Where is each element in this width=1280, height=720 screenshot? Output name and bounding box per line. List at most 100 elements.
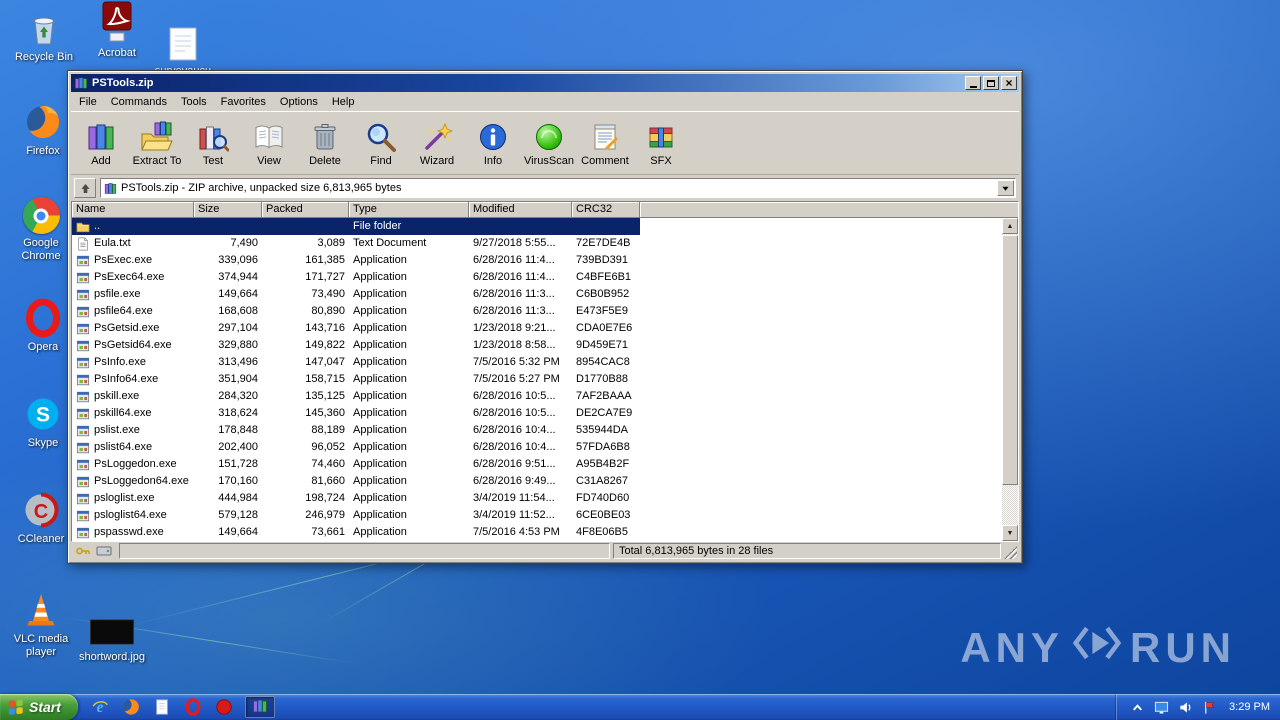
resize-grip[interactable] [1004, 546, 1017, 559]
column-header-packed[interactable]: Packed [262, 202, 349, 218]
maximize-button[interactable] [983, 76, 999, 90]
toolbar-find-button[interactable]: Find [353, 114, 409, 174]
toolbar-extract-button[interactable]: Extract To [129, 114, 185, 174]
watermark-any-text: ANY [960, 624, 1064, 671]
column-header-crc32[interactable]: CRC32 [572, 202, 640, 218]
windows-flag-icon [8, 699, 23, 715]
menu-item-options[interactable]: Options [273, 93, 325, 111]
file-row-pspasswd.exe[interactable]: pspasswd.exe 149,664 73,661 Application … [72, 524, 640, 541]
toolbar-info-button[interactable]: Info [465, 114, 521, 174]
file-row-psexec.exe[interactable]: PsExec.exe 339,096 161,385 Application 6… [72, 252, 640, 269]
quicklaunch-firefox-icon[interactable] [121, 697, 141, 717]
file-type: Application [353, 390, 407, 402]
desktop: Recycle Bin Acrobat surveyaucu Firefox G… [0, 0, 1280, 720]
toolbar-add-button[interactable]: Add [73, 114, 129, 174]
file-modified: 6/28/2016 10:5... [473, 390, 556, 402]
close-button[interactable]: × [1001, 76, 1017, 90]
menu-item-commands[interactable]: Commands [104, 93, 174, 111]
menu-item-tools[interactable]: Tools [174, 93, 214, 111]
file-crc32: CDA0E7E6 [576, 322, 633, 334]
test-icon [197, 121, 230, 153]
file-row-psloggedon64.exe[interactable]: PsLoggedon64.exe 170,160 81,660 Applicat… [72, 473, 640, 490]
key-icon[interactable] [75, 545, 91, 557]
scroll-up-button[interactable]: ▲ [1002, 218, 1018, 234]
toolbar-sfx-button[interactable]: SFX [633, 114, 689, 174]
file-row-pskill.exe[interactable]: pskill.exe 284,320 135,125 Application 6… [72, 388, 640, 405]
column-header-type[interactable]: Type [349, 202, 469, 218]
toolbar-button-label: VirusScan [524, 154, 574, 167]
desktop-icon-recycle-bin[interactable]: Recycle Bin [11, 8, 77, 64]
find-icon [365, 121, 397, 153]
file-name: pskill64.exe [94, 407, 152, 419]
file-modified: 6/28/2016 11:3... [473, 288, 555, 300]
toolbar-delete-button[interactable]: Delete [297, 114, 353, 174]
vertical-scrollbar[interactable]: ▲ ▼ [1002, 218, 1018, 541]
window-title: PSTools.zip [92, 77, 154, 89]
file-size: 7,490 [230, 237, 258, 249]
toolbar-view-button[interactable]: View [241, 114, 297, 174]
desktop-icon-ccleaner[interactable]: C CCleaner [8, 490, 74, 546]
desktop-icon-chrome[interactable]: Google Chrome [8, 194, 74, 263]
file-row-psinfo.exe[interactable]: PsInfo.exe 313,496 147,047 Application 7… [72, 354, 640, 371]
file-row-psgetsid64.exe[interactable]: PsGetsid64.exe 329,880 149,822 Applicati… [72, 337, 640, 354]
menu-item-favorites[interactable]: Favorites [214, 93, 273, 111]
file-modified: 3/4/2019 11:54... [473, 492, 555, 504]
toolbar-comment-button[interactable]: Comment [577, 114, 633, 174]
file-name: PsExec64.exe [94, 271, 165, 283]
quicklaunch-ie-icon[interactable]: e [90, 697, 110, 717]
combo-dropdown-button[interactable] [997, 180, 1014, 196]
desktop-icon-acrobat[interactable]: Acrobat [84, 1, 150, 60]
scroll-down-button[interactable]: ▼ [1002, 525, 1018, 541]
file-row-psinfo64.exe[interactable]: PsInfo64.exe 351,904 158,715 Application… [72, 371, 640, 388]
toolbar-wizard-button[interactable]: Wizard [409, 114, 465, 174]
minimize-button[interactable] [965, 76, 981, 90]
start-button[interactable]: Start [0, 694, 78, 720]
archive-path-combo[interactable]: PSTools.zip - ZIP archive, unpacked size… [100, 178, 1016, 198]
file-type: Application [353, 407, 407, 419]
menu-item-help[interactable]: Help [325, 93, 362, 111]
scrollbar-thumb[interactable] [1002, 235, 1018, 486]
file-row-psloggedon.exe[interactable]: PsLoggedon.exe 151,728 74,460 Applicatio… [72, 456, 640, 473]
file-crc32: FD740D60 [576, 492, 630, 504]
taskbar-winrar-button[interactable] [244, 696, 275, 718]
file-crc32: 4F8E06B5 [576, 526, 628, 538]
wizard-icon [421, 121, 454, 153]
chrome-icon [19, 194, 63, 234]
file-row-parent[interactable]: .. File folder [72, 218, 640, 235]
file-row-psgetsid.exe[interactable]: PsGetsid.exe 297,104 143,716 Application… [72, 320, 640, 337]
desktop-icon-shortword[interactable]: shortword.jpg [74, 608, 150, 664]
file-row-pslist64.exe[interactable]: pslist64.exe 202,400 96,052 Application … [72, 439, 640, 456]
column-header-size[interactable]: Size [194, 202, 262, 218]
menu-item-file[interactable]: File [72, 93, 104, 111]
disk-icon[interactable] [96, 545, 112, 557]
scrollbar-track[interactable] [1002, 234, 1018, 525]
toolbar-virusscan-button[interactable]: VirusScan [521, 114, 577, 174]
taskbar-clock[interactable]: 3:29 PM [1225, 701, 1270, 713]
quicklaunch-red-circle-icon[interactable] [214, 697, 234, 717]
tray-flag-icon[interactable] [1201, 699, 1217, 715]
tray-volume-icon[interactable] [1177, 699, 1193, 715]
tray-chevron-up-icon[interactable] [1129, 699, 1145, 715]
quicklaunch-opera-icon[interactable] [183, 697, 203, 717]
file-row-pslist.exe[interactable]: pslist.exe 178,848 88,189 Application 6/… [72, 422, 640, 439]
file-row-psfile64.exe[interactable]: psfile64.exe 168,608 80,890 Application … [72, 303, 640, 320]
sfx-icon [645, 121, 677, 153]
file-row-psfile.exe[interactable]: psfile.exe 149,664 73,490 Application 6/… [72, 286, 640, 303]
file-row-psloglist64.exe[interactable]: psloglist64.exe 579,128 246,979 Applicat… [72, 507, 640, 524]
file-row-pskill64.exe[interactable]: pskill64.exe 318,624 145,360 Application… [72, 405, 640, 422]
tray-display-icon[interactable] [1153, 699, 1169, 715]
virusscan-icon [533, 121, 565, 153]
firefox-icon [21, 102, 65, 142]
file-row-psloglist.exe[interactable]: psloglist.exe 444,984 198,724 Applicatio… [72, 490, 640, 507]
file-row-eula.txt[interactable]: Eula.txt 7,490 3,089 Text Document 9/27/… [72, 235, 640, 252]
desktop-icon-vlc[interactable]: VLC media player [8, 590, 74, 659]
file-crc32 [572, 218, 640, 235]
toolbar-test-button[interactable]: Test [185, 114, 241, 174]
quicklaunch-document-icon[interactable] [152, 697, 172, 717]
up-one-level-button[interactable] [74, 178, 96, 198]
column-header-modified[interactable]: Modified [469, 202, 572, 218]
file-row-psexec64.exe[interactable]: PsExec64.exe 374,944 171,727 Application… [72, 269, 640, 286]
window-titlebar[interactable]: PSTools.zip × [71, 74, 1019, 92]
file-crc32: 72E7DE4B [576, 237, 631, 249]
column-header-name[interactable]: Name [72, 202, 194, 218]
